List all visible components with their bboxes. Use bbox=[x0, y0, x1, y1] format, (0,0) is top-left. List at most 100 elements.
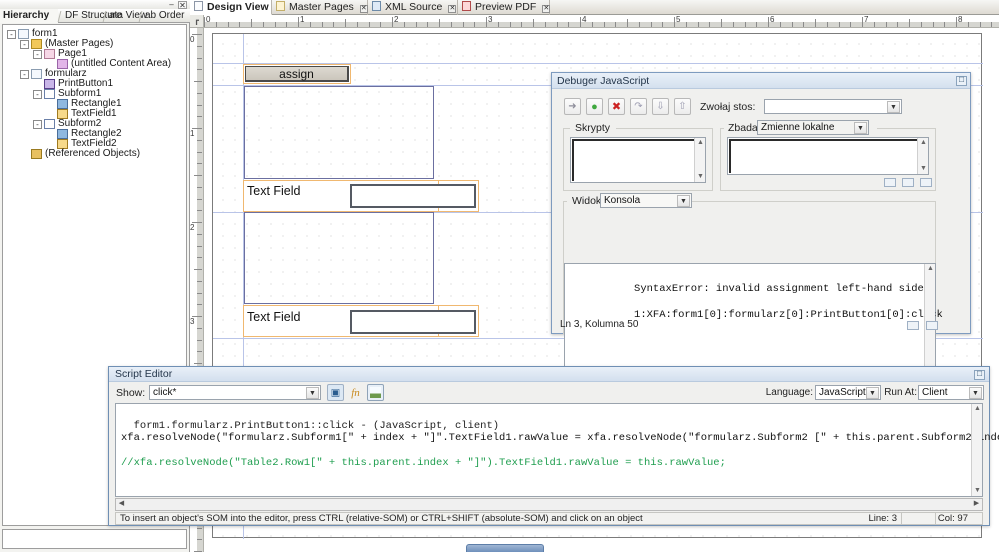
tab-design-view[interactable]: Design View bbox=[190, 0, 272, 15]
textfield2-input[interactable] bbox=[350, 310, 476, 334]
console-line-2: 1:XFA:form1[0]:formularz[0]:PrintButton1… bbox=[634, 309, 943, 321]
tab-preview-pdf[interactable]: Preview PDF ✕ bbox=[458, 0, 551, 15]
script-horizontal-scrollbar[interactable]: ◀ ▶ bbox=[115, 498, 983, 511]
inspect-listbox[interactable]: ▲ ▼ bbox=[727, 137, 929, 175]
inspect-add-icon[interactable] bbox=[884, 178, 896, 187]
ruler-tick bbox=[286, 22, 288, 27]
tab-master-pages[interactable]: Master Pages ✕ bbox=[272, 0, 368, 15]
collapse-icon[interactable]: - bbox=[33, 119, 42, 129]
close-icon[interactable]: ✕ bbox=[359, 5, 368, 13]
console-copy-icon[interactable] bbox=[926, 321, 938, 330]
language-combo[interactable]: JavaScript ▼ bbox=[815, 385, 881, 400]
stop-icon[interactable]: ✖ bbox=[608, 98, 625, 115]
ruler-tick bbox=[403, 22, 405, 27]
rectangle-icon bbox=[57, 99, 68, 109]
runat-combo[interactable]: Client ▼ bbox=[918, 385, 984, 400]
textfield1-input[interactable] bbox=[350, 184, 476, 208]
restore-window-icon[interactable]: ☐ bbox=[974, 370, 985, 380]
ruler-tick bbox=[486, 17, 487, 27]
tab-xml-source[interactable]: XML Source ✕ bbox=[368, 0, 458, 15]
debugger-titlebar[interactable]: Debuger JavaScript ☐ bbox=[552, 73, 970, 89]
javascript-debugger-dialog[interactable]: Debuger JavaScript ☐ ➜ ● ✖ ↷ ⇩ ⇧ Zwołaj … bbox=[551, 72, 971, 376]
collapse-icon[interactable]: - bbox=[20, 39, 29, 49]
ruler-tick bbox=[803, 22, 805, 27]
inspect-edit-icon[interactable] bbox=[902, 178, 914, 187]
script-editor-panel[interactable]: Script Editor ☐ Show: click* ▼ ▣ fn Lang… bbox=[108, 366, 999, 526]
expand-editor-icon[interactable] bbox=[367, 384, 384, 401]
page-tab-handle[interactable] bbox=[466, 544, 544, 552]
minimize-icon[interactable]: – bbox=[167, 1, 176, 9]
chevron-down-icon[interactable]: ▼ bbox=[866, 387, 879, 399]
runat-value: Client bbox=[922, 387, 948, 398]
ruler-tick bbox=[638, 22, 640, 27]
runat-label-text: Run At: bbox=[884, 387, 917, 398]
chevron-down-icon[interactable]: ▼ bbox=[677, 195, 690, 207]
scripts-listbox[interactable]: ▲ ▼ bbox=[570, 137, 706, 183]
restore-window-icon[interactable]: ☐ bbox=[956, 76, 967, 86]
rectangle1[interactable] bbox=[244, 86, 434, 179]
collapse-icon[interactable]: - bbox=[7, 29, 16, 39]
ruler-tick bbox=[580, 17, 581, 27]
step-into-icon[interactable]: ➜ bbox=[564, 98, 581, 115]
scroll-down-icon[interactable]: ▼ bbox=[695, 172, 706, 182]
ruler-tick bbox=[321, 22, 323, 27]
button-icon bbox=[44, 79, 55, 89]
show-event-combo[interactable]: click* ▼ bbox=[149, 385, 321, 400]
close-icon[interactable]: ✕ bbox=[178, 1, 187, 10]
step-in-icon[interactable]: ⇩ bbox=[652, 98, 669, 115]
tree-node[interactable]: (Referenced Objects) bbox=[7, 149, 186, 159]
print-button-assign[interactable]: assign bbox=[243, 64, 351, 84]
ruler-tick bbox=[697, 22, 699, 27]
ruler-tick bbox=[204, 17, 205, 27]
view-combo[interactable]: Konsola ▼ bbox=[600, 193, 692, 208]
tab-hierarchy[interactable]: Hierarchy bbox=[0, 9, 58, 23]
scroll-down-icon[interactable]: ▼ bbox=[918, 164, 929, 174]
tab-tab-order[interactable]: ab Order bbox=[142, 9, 186, 23]
scroll-up-icon[interactable]: ▲ bbox=[695, 138, 706, 148]
collapse-icon[interactable]: - bbox=[33, 49, 42, 59]
collapse-icon[interactable]: - bbox=[33, 89, 42, 99]
ruler-tick bbox=[197, 57, 202, 59]
inspect-scrollbar[interactable]: ▲ ▼ bbox=[917, 138, 928, 174]
run-icon[interactable]: ● bbox=[586, 98, 603, 115]
console-clear-icon[interactable] bbox=[907, 321, 919, 330]
script-code-scrollbar[interactable]: ▲ ▼ bbox=[971, 404, 982, 496]
ruler-number: 2 bbox=[394, 15, 399, 24]
script-code-header: form1.formularz.PrintButton1::click - (J… bbox=[121, 419, 500, 432]
collapse-icon[interactable]: - bbox=[20, 69, 29, 79]
ruler-number: 5 bbox=[676, 15, 681, 24]
close-icon[interactable]: ✕ bbox=[448, 5, 457, 13]
chevron-down-icon[interactable]: ▼ bbox=[306, 387, 319, 399]
tree-node[interactable]: (untitled Content Area) bbox=[7, 59, 186, 69]
ruler-tick bbox=[650, 22, 652, 27]
tree-node[interactable]: - (Master Pages) bbox=[7, 39, 186, 49]
chevron-down-icon[interactable]: ▼ bbox=[969, 387, 982, 399]
ruler-tick bbox=[274, 22, 276, 27]
textfield2-label-text: Text Field bbox=[247, 310, 301, 324]
function-fx-icon[interactable]: fn bbox=[347, 384, 364, 401]
script-code-editor[interactable]: form1.formularz.PrintButton1::click - (J… bbox=[115, 403, 999, 497]
scroll-left-icon[interactable]: ◀ bbox=[116, 499, 127, 510]
chevron-down-icon[interactable]: ▼ bbox=[854, 122, 867, 134]
ruler-origin-icon[interactable]: ┏ bbox=[190, 15, 204, 28]
step-over-icon[interactable]: ↷ bbox=[630, 98, 647, 115]
page-icon bbox=[18, 29, 29, 39]
add-event-icon[interactable]: ▣ bbox=[327, 384, 344, 401]
call-stack-combo[interactable]: ▼ bbox=[764, 99, 902, 114]
scroll-down-icon[interactable]: ▼ bbox=[972, 486, 983, 496]
scroll-up-icon[interactable]: ▲ bbox=[918, 138, 929, 148]
scroll-up-icon[interactable]: ▲ bbox=[925, 264, 936, 274]
script-editor-titlebar[interactable]: Script Editor ☐ bbox=[109, 367, 989, 382]
console-scrollbar[interactable]: ▲ ▼ bbox=[924, 264, 935, 375]
step-out-icon[interactable]: ⇧ bbox=[674, 98, 691, 115]
rectangle2[interactable] bbox=[244, 212, 434, 304]
scroll-up-icon[interactable]: ▲ bbox=[972, 404, 983, 414]
scroll-right-icon[interactable]: ▶ bbox=[971, 499, 982, 510]
line-indicator: Line: 3 bbox=[868, 513, 897, 524]
inspect-delete-icon[interactable] bbox=[920, 178, 932, 187]
inspect-combo[interactable]: Zmienne lokalne ▼ bbox=[757, 120, 869, 135]
scripts-scrollbar[interactable]: ▲ ▼ bbox=[694, 138, 705, 182]
close-icon[interactable]: ✕ bbox=[542, 5, 551, 13]
chevron-down-icon[interactable]: ▼ bbox=[887, 101, 900, 113]
horizontal-ruler[interactable]: 0 1 2 3 4 5 6 7 8 bbox=[204, 15, 999, 28]
